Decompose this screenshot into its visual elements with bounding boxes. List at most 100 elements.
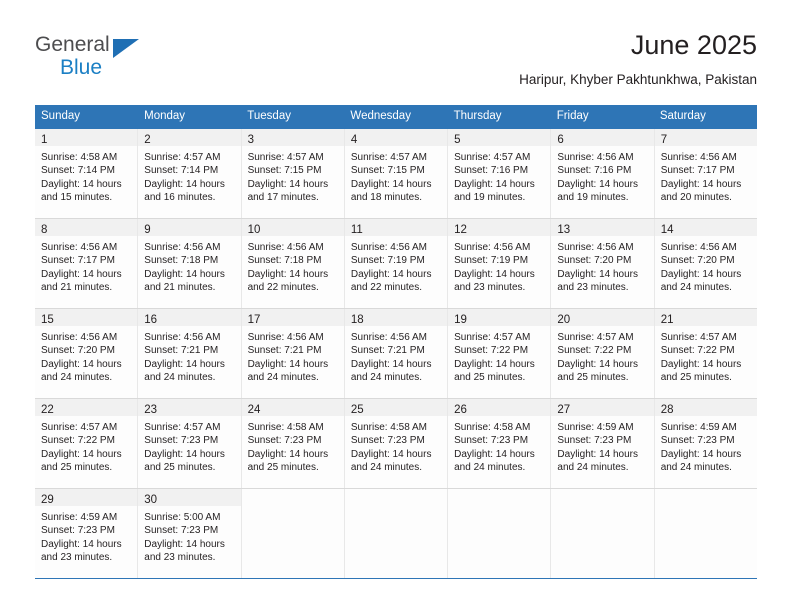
daylight-text-line2: and 23 minutes. <box>557 282 629 294</box>
day-cell[interactable]: 26 Sunrise: 4:58 AM Sunset: 7:23 PM Dayl… <box>448 399 552 488</box>
day-cell[interactable]: 24 Sunrise: 4:58 AM Sunset: 7:23 PM Dayl… <box>241 399 345 488</box>
day-cell[interactable]: 3 Sunrise: 4:57 AM Sunset: 7:15 PM Dayli… <box>241 129 345 218</box>
day-cell[interactable]: 9 Sunrise: 4:56 AM Sunset: 7:18 PM Dayli… <box>138 219 242 308</box>
sunrise-text: Sunrise: 4:56 AM <box>350 332 427 343</box>
day-cell[interactable]: 7 Sunrise: 4:56 AM Sunset: 7:17 PM Dayli… <box>654 129 757 218</box>
sunset-text: Sunset: 7:20 PM <box>660 255 735 267</box>
daylight-text-line2: and 19 minutes. <box>557 192 629 204</box>
day-cell[interactable]: 30 Sunrise: 5:00 AM Sunset: 7:23 PM Dayl… <box>138 489 242 578</box>
daylight-text-line1: Daylight: 14 hours <box>144 538 225 550</box>
day-cell[interactable]: 6 Sunrise: 4:56 AM Sunset: 7:16 PM Dayli… <box>551 129 655 218</box>
daylight-text-line1: Daylight: 14 hours <box>557 448 639 460</box>
day-cell[interactable]: 4 Sunrise: 4:57 AM Sunset: 7:15 PM Dayli… <box>344 129 449 218</box>
day-cell[interactable]: 28 Sunrise: 4:59 AM Sunset: 7:23 PM Dayl… <box>654 399 757 488</box>
day-cell[interactable]: 25 Sunrise: 4:58 AM Sunset: 7:23 PM Dayl… <box>344 399 449 488</box>
weekday-tuesday: Tuesday <box>247 110 291 122</box>
day-number: 20 <box>557 314 571 326</box>
sunset-text: Sunset: 7:23 PM <box>660 435 735 447</box>
sunrise-text: Sunrise: 4:58 AM <box>350 422 427 433</box>
daylight-text-line1: Daylight: 14 hours <box>247 268 329 280</box>
day-number: 6 <box>557 134 564 146</box>
sunset-text: Sunset: 7:15 PM <box>247 165 322 177</box>
daylight-text-line2: and 25 minutes. <box>247 462 319 474</box>
day-cell[interactable]: 8 Sunrise: 4:56 AM Sunset: 7:17 PM Dayli… <box>35 219 139 308</box>
day-number: 23 <box>144 404 158 416</box>
day-cell[interactable]: 14 Sunrise: 4:56 AM Sunset: 7:20 PM Dayl… <box>654 219 757 308</box>
day-number: 27 <box>557 404 571 416</box>
day-number-band: 3 <box>241 129 344 146</box>
day-cell[interactable]: 13 Sunrise: 4:56 AM Sunset: 7:20 PM Dayl… <box>551 219 655 308</box>
daylight-text-line2: and 25 minutes. <box>454 372 526 384</box>
day-cell[interactable]: 1 Sunrise: 4:58 AM Sunset: 7:14 PM Dayli… <box>35 129 139 218</box>
week-row: 1 Sunrise: 4:58 AM Sunset: 7:14 PM Dayli… <box>35 129 757 219</box>
day-number-band: 1 <box>35 129 138 146</box>
day-cell[interactable]: 15 Sunrise: 4:56 AM Sunset: 7:20 PM Dayl… <box>35 309 139 398</box>
day-cell[interactable]: 2 Sunrise: 4:57 AM Sunset: 7:14 PM Dayli… <box>138 129 242 218</box>
daylight-text-line2: and 24 minutes. <box>350 372 423 384</box>
day-cell[interactable]: 22 Sunrise: 4:57 AM Sunset: 7:22 PM Dayl… <box>35 399 139 488</box>
sunrise-text: Sunrise: 4:57 AM <box>350 152 427 163</box>
day-cell[interactable]: 12 Sunrise: 4:56 AM Sunset: 7:19 PM Dayl… <box>448 219 552 308</box>
sunrise-text: Sunrise: 4:57 AM <box>660 332 737 343</box>
day-details: Sunrise: 4:57 AM Sunset: 7:22 PM Dayligh… <box>551 326 653 385</box>
sunset-text: Sunset: 7:22 PM <box>41 435 115 447</box>
sunrise-text: Sunrise: 4:56 AM <box>350 242 427 253</box>
day-number: 12 <box>454 224 467 236</box>
weekday-monday: Monday <box>144 110 186 122</box>
day-cell[interactable]: 19 Sunrise: 4:57 AM Sunset: 7:22 PM Dayl… <box>448 309 552 398</box>
general-blue-logo[interactable]: General Blue <box>35 34 165 86</box>
day-number: 9 <box>144 224 151 236</box>
sunset-text: Sunset: 7:19 PM <box>454 255 529 267</box>
day-details: Sunrise: 4:56 AM Sunset: 7:21 PM Dayligh… <box>345 326 447 385</box>
day-number-band: 28 <box>654 399 757 416</box>
day-cell[interactable]: 18 Sunrise: 4:56 AM Sunset: 7:21 PM Dayl… <box>344 309 449 398</box>
day-details: Sunrise: 4:59 AM Sunset: 7:23 PM Dayligh… <box>551 416 653 475</box>
day-cell[interactable]: 11 Sunrise: 4:56 AM Sunset: 7:19 PM Dayl… <box>344 219 449 308</box>
sunset-text: Sunset: 7:23 PM <box>247 435 322 447</box>
daylight-text-line2: and 23 minutes. <box>41 552 113 564</box>
daylight-text-line2: and 20 minutes. <box>660 192 732 204</box>
day-cell[interactable]: 17 Sunrise: 4:56 AM Sunset: 7:21 PM Dayl… <box>241 309 345 398</box>
day-number-band: 27 <box>551 399 654 416</box>
logo-triangle-icon <box>113 39 139 58</box>
calendar-page: General Blue June 2025 Haripur, Khyber P… <box>0 0 792 612</box>
sunrise-text: Sunrise: 4:56 AM <box>247 332 324 343</box>
daylight-text-line1: Daylight: 14 hours <box>144 178 225 190</box>
sunrise-text: Sunrise: 4:56 AM <box>41 332 118 343</box>
day-number: 16 <box>144 314 158 326</box>
day-cell[interactable]: 16 Sunrise: 4:56 AM Sunset: 7:21 PM Dayl… <box>138 309 242 398</box>
daylight-text-line2: and 21 minutes. <box>41 282 113 294</box>
day-cell-empty <box>551 489 655 578</box>
day-cell[interactable]: 10 Sunrise: 4:56 AM Sunset: 7:18 PM Dayl… <box>241 219 345 308</box>
day-number: 24 <box>247 404 261 416</box>
day-cell[interactable]: 27 Sunrise: 4:59 AM Sunset: 7:23 PM Dayl… <box>551 399 655 488</box>
day-number: 15 <box>41 314 54 326</box>
day-details: Sunrise: 4:59 AM Sunset: 7:23 PM Dayligh… <box>655 416 757 475</box>
sunrise-text: Sunrise: 4:59 AM <box>41 512 118 523</box>
day-cell[interactable]: 21 Sunrise: 4:57 AM Sunset: 7:22 PM Dayl… <box>654 309 757 398</box>
sunrise-text: Sunrise: 4:56 AM <box>454 242 531 253</box>
day-details: Sunrise: 4:58 AM Sunset: 7:23 PM Dayligh… <box>448 416 550 475</box>
day-number-band: 30 <box>138 489 241 506</box>
day-cell[interactable]: 29 Sunrise: 4:59 AM Sunset: 7:23 PM Dayl… <box>35 489 139 578</box>
sunset-text: Sunset: 7:18 PM <box>144 255 219 267</box>
day-number-band <box>654 489 757 506</box>
sunrise-text: Sunrise: 4:57 AM <box>454 152 531 163</box>
day-number: 13 <box>557 224 571 236</box>
daylight-text-line2: and 15 minutes. <box>41 192 113 204</box>
day-number: 30 <box>144 494 158 506</box>
daylight-text-line1: Daylight: 14 hours <box>350 448 432 460</box>
day-cell[interactable]: 23 Sunrise: 4:57 AM Sunset: 7:23 PM Dayl… <box>138 399 242 488</box>
day-cell[interactable]: 5 Sunrise: 4:57 AM Sunset: 7:16 PM Dayli… <box>448 129 552 218</box>
daylight-text-line2: and 24 minutes. <box>41 372 113 384</box>
day-number: 3 <box>247 134 254 146</box>
daylight-text-line2: and 24 minutes. <box>247 372 319 384</box>
sunset-text: Sunset: 7:18 PM <box>247 255 322 267</box>
weekday-saturday: Saturday <box>659 110 706 122</box>
daylight-text-line2: and 19 minutes. <box>454 192 526 204</box>
day-number-band: 29 <box>35 489 138 506</box>
daylight-text-line2: and 24 minutes. <box>660 462 732 474</box>
sunrise-text: Sunrise: 4:56 AM <box>144 242 221 253</box>
day-cell[interactable]: 20 Sunrise: 4:57 AM Sunset: 7:22 PM Dayl… <box>551 309 655 398</box>
page-subtitle: Haripur, Khyber Pakhtunkhwa, Pakistan <box>519 72 757 87</box>
